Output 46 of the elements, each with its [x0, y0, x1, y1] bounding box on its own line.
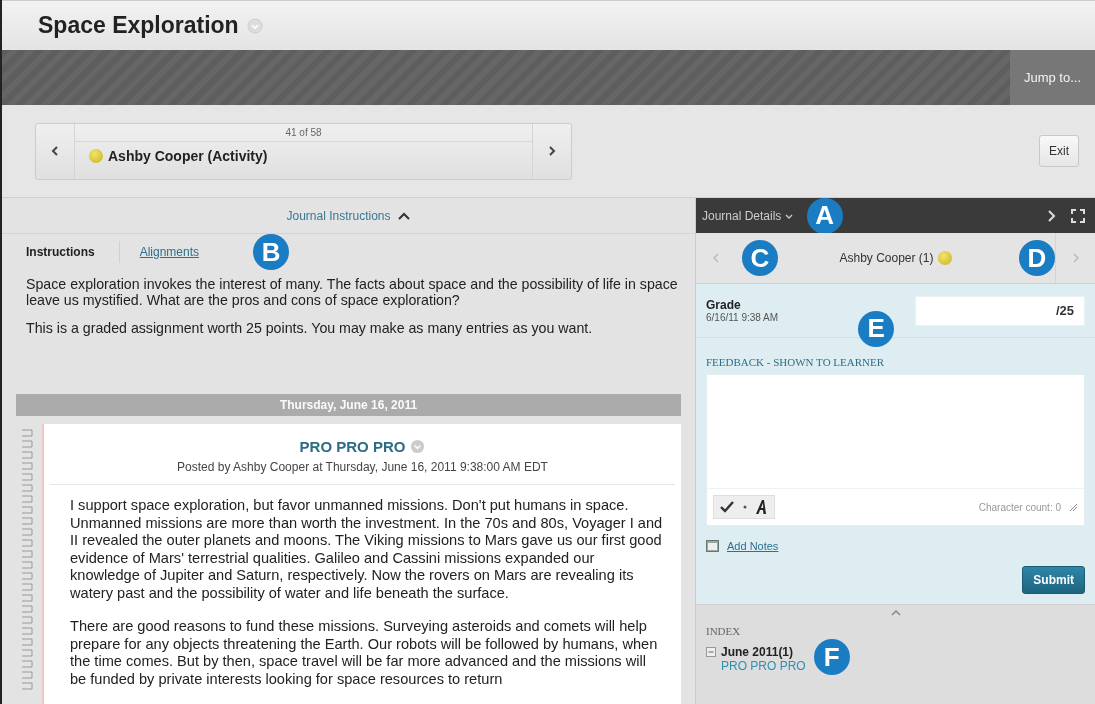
collapse-icon[interactable] [890, 610, 901, 616]
callout-marker: B [253, 234, 290, 270]
dropdown-icon[interactable] [743, 505, 747, 509]
grade-date: 6/16/11 9:38 AM [706, 312, 779, 323]
add-notes-link[interactable]: Add Notes [727, 540, 779, 552]
character-count: Character count: 0 [978, 501, 1061, 513]
entry-title: PRO PRO PRO [299, 438, 406, 455]
tab[interactable]: Instructions [12, 241, 120, 263]
tab[interactable]: Alignments [125, 241, 214, 263]
submit-button[interactable]: Submit [1022, 566, 1085, 594]
callout-marker: D [1019, 240, 1055, 276]
spellcheck-icon[interactable] [719, 500, 735, 514]
journal-details-menu[interactable]: Journal Details [702, 208, 793, 223]
resize-handle-icon[interactable] [1069, 502, 1078, 512]
callout-marker: F [813, 639, 850, 675]
notes-icon [706, 540, 719, 552]
status-circle-icon [89, 148, 103, 163]
callout-marker: C [742, 240, 778, 276]
status-circle-icon [937, 251, 952, 265]
instructions-paragraph: Space exploration invokes the interest of many. The facts about space and the possibility of life in space leave us mystified. What are the pros and cons of space exploration? [26, 276, 679, 308]
chevron-left-icon[interactable] [51, 144, 59, 157]
entry-paragraph: I support space exploration, but favor unmanned missions. Don't put humans in space. Unmanned missions are more than worth the investment. In the 70s and 80s, Voyager I and II revealed the outer planets and moons. The Viking missions to Mars gave us our first good evidence of Mars' terrestrial qualities. Galileo and Cassini missions expanded our knowledge of Jupiter and Saturn, respectively. Now the rovers on Mars are revealing its watery past and the possibility of water and life beneath the surface. [70, 497, 663, 602]
position-counter: 41 of 58 [75, 123, 532, 142]
student-name: Ashby Cooper (Activity) [108, 147, 268, 164]
date-bar: Thursday, June 16, 2011 [16, 394, 681, 416]
feedback-field[interactable]: Character count: 0 [706, 374, 1085, 526]
chevron-down-icon[interactable] [784, 213, 793, 220]
grade-field[interactable]: /25 [915, 295, 1085, 326]
chevron-right-icon[interactable] [548, 144, 556, 157]
student-name: Ashby Cooper (1) [839, 251, 934, 265]
index-label: INDEX [706, 625, 742, 637]
exit-button[interactable]: Exit [1039, 135, 1079, 167]
callout-marker: A [806, 197, 843, 234]
jump-to-button[interactable]: Jump to... [1009, 50, 1095, 105]
journal-instructions-toggle[interactable]: Journal Instructions [280, 207, 417, 224]
callout-marker: E [858, 310, 895, 347]
index-entry-link[interactable]: PRO PRO PRO [721, 659, 806, 673]
posted-by-text: Posted by Ashby Cooper at Thursday, June 16, 2011 9:38:00 AM EDT [176, 460, 549, 474]
instructions-paragraph: This is a graded assignment worth 25 points. You may make as many entries as you want. [26, 320, 594, 336]
grade-label: Grade [706, 298, 742, 312]
font-style-icon[interactable] [755, 499, 769, 515]
index-group[interactable]: June 2011(1) [721, 645, 794, 659]
entry-paragraph: There are good reasons to fund these missions. Surveying asteroids and comets will help prepare for any objects threatening the Earth. Our robots will be followed by humans, when the time comes. But by then, space travel will be far more advanced and the missions will be funded by private interests looking for space resources to return [70, 618, 659, 688]
expand-icon[interactable] [1071, 208, 1085, 223]
page-title: Space Exploration [38, 12, 239, 39]
feedback-label: FEEDBACK - SHOWN TO LEARNER [706, 356, 886, 368]
